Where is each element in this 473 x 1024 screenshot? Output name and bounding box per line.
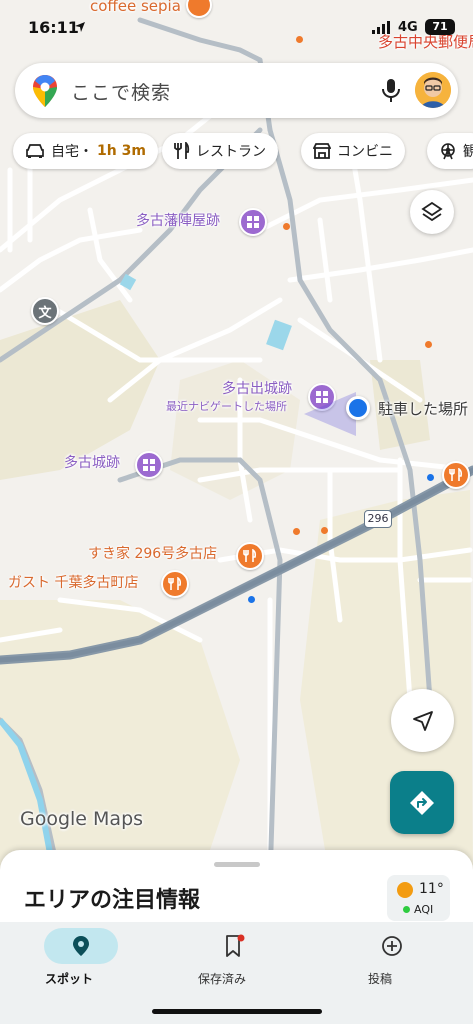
chip-home-eta: 1h 3m bbox=[97, 143, 146, 159]
avatar[interactable] bbox=[415, 72, 451, 108]
route-shield: 296 bbox=[364, 510, 392, 528]
bottom-navigation: スポット 保存済み 投稿 bbox=[0, 922, 473, 1024]
poi-dot[interactable] bbox=[248, 596, 255, 603]
sunny-icon bbox=[397, 882, 413, 898]
chip-convenience-store[interactable]: コンビニ bbox=[301, 133, 405, 169]
chip-convenience-label: コンビニ bbox=[337, 144, 393, 160]
historic-site-icon[interactable] bbox=[239, 208, 267, 236]
signal-icon bbox=[372, 21, 390, 34]
nav-contribute-label: 投稿 bbox=[367, 972, 392, 986]
historic-site-icon[interactable] bbox=[135, 451, 163, 479]
poi-dot[interactable] bbox=[283, 223, 290, 230]
home-indicator bbox=[152, 1009, 322, 1014]
car-icon bbox=[26, 144, 44, 158]
layers-button[interactable] bbox=[410, 190, 454, 234]
bookmark-icon bbox=[197, 928, 271, 964]
poi-label-sukiya[interactable]: すき家 296号多古店 bbox=[88, 546, 217, 562]
status-bar: 16:11 4G 71 bbox=[0, 0, 473, 54]
directions-icon bbox=[410, 790, 434, 815]
chip-home-label: 自宅・ bbox=[51, 144, 93, 160]
poi-label-dejo[interactable]: 多古出城跡 bbox=[222, 381, 292, 397]
location-pin-icon bbox=[44, 928, 118, 964]
ferris-wheel-icon bbox=[441, 143, 455, 160]
status-time: 16:11 bbox=[28, 18, 79, 37]
restaurant-icon[interactable] bbox=[161, 570, 189, 598]
nav-saved-label: 保存済み bbox=[197, 972, 246, 986]
weather-temperature: 11° bbox=[419, 881, 444, 897]
explore-sheet[interactable]: エリアの注目情報 11° AQI bbox=[0, 850, 473, 930]
microphone-icon[interactable] bbox=[379, 77, 403, 103]
search-bar[interactable]: ここで検索 bbox=[15, 63, 458, 118]
search-input[interactable]: ここで検索 bbox=[71, 78, 171, 105]
nav-saved[interactable]: 保存済み bbox=[167, 928, 277, 998]
school-icon[interactable]: 文 bbox=[31, 297, 59, 325]
nav-explore[interactable]: スポット bbox=[14, 928, 124, 998]
poi-dot[interactable] bbox=[293, 528, 300, 535]
aqi-label: AQI bbox=[414, 903, 434, 916]
poi-label-castle[interactable]: 多古城跡 bbox=[64, 455, 120, 471]
navigation-arrow-icon bbox=[412, 710, 433, 731]
directions-button[interactable] bbox=[390, 771, 454, 834]
add-circle-icon bbox=[355, 928, 429, 964]
restaurant-icon bbox=[174, 142, 190, 159]
recenter-location-button[interactable] bbox=[391, 689, 454, 752]
category-chips: 自宅・ 1h 3m レストラン コンビニ 観 bbox=[13, 133, 473, 169]
chip-sightseeing-label: 観 bbox=[463, 144, 473, 160]
map-canvas[interactable]: 296 coffee sepia 多古中央郵便局 多古藩陣屋跡 文 多古出城跡 … bbox=[0, 0, 473, 880]
poi-sublabel-recent: 最近ナビゲートした場所 bbox=[166, 400, 287, 413]
current-location-dot[interactable] bbox=[346, 396, 370, 420]
sheet-drag-handle[interactable] bbox=[214, 862, 260, 867]
sheet-title: エリアの注目情報 bbox=[24, 888, 201, 913]
layers-icon bbox=[421, 201, 443, 222]
chip-home[interactable]: 自宅・ 1h 3m bbox=[13, 133, 158, 169]
location-arrow-icon bbox=[75, 22, 85, 32]
google-maps-logo-icon bbox=[33, 75, 57, 107]
chip-restaurant[interactable]: レストラン bbox=[162, 133, 278, 169]
network-type: 4G bbox=[398, 20, 418, 35]
poi-label-gusto[interactable]: ガスト 千葉多古町店 bbox=[8, 575, 138, 591]
store-icon bbox=[313, 143, 331, 159]
chip-restaurant-label: レストラン bbox=[196, 144, 266, 160]
parked-location-label[interactable]: 駐車した場所 bbox=[378, 400, 468, 418]
weather-widget[interactable]: 11° AQI bbox=[387, 875, 450, 921]
battery-icon: 71 bbox=[425, 19, 455, 35]
google-maps-watermark: Google Maps bbox=[20, 808, 144, 830]
nav-explore-label: スポット bbox=[44, 972, 93, 986]
nav-contribute[interactable]: 投稿 bbox=[325, 928, 435, 998]
poi-dot[interactable] bbox=[425, 341, 432, 348]
restaurant-icon[interactable] bbox=[236, 542, 264, 570]
restaurant-icon[interactable] bbox=[442, 461, 470, 489]
poi-dot[interactable] bbox=[321, 527, 328, 534]
poi-label-jinyaato[interactable]: 多古藩陣屋跡 bbox=[136, 213, 220, 229]
poi-dot[interactable] bbox=[427, 474, 434, 481]
chip-sightseeing[interactable]: 観 bbox=[427, 133, 473, 169]
aqi-status-icon bbox=[403, 906, 410, 913]
